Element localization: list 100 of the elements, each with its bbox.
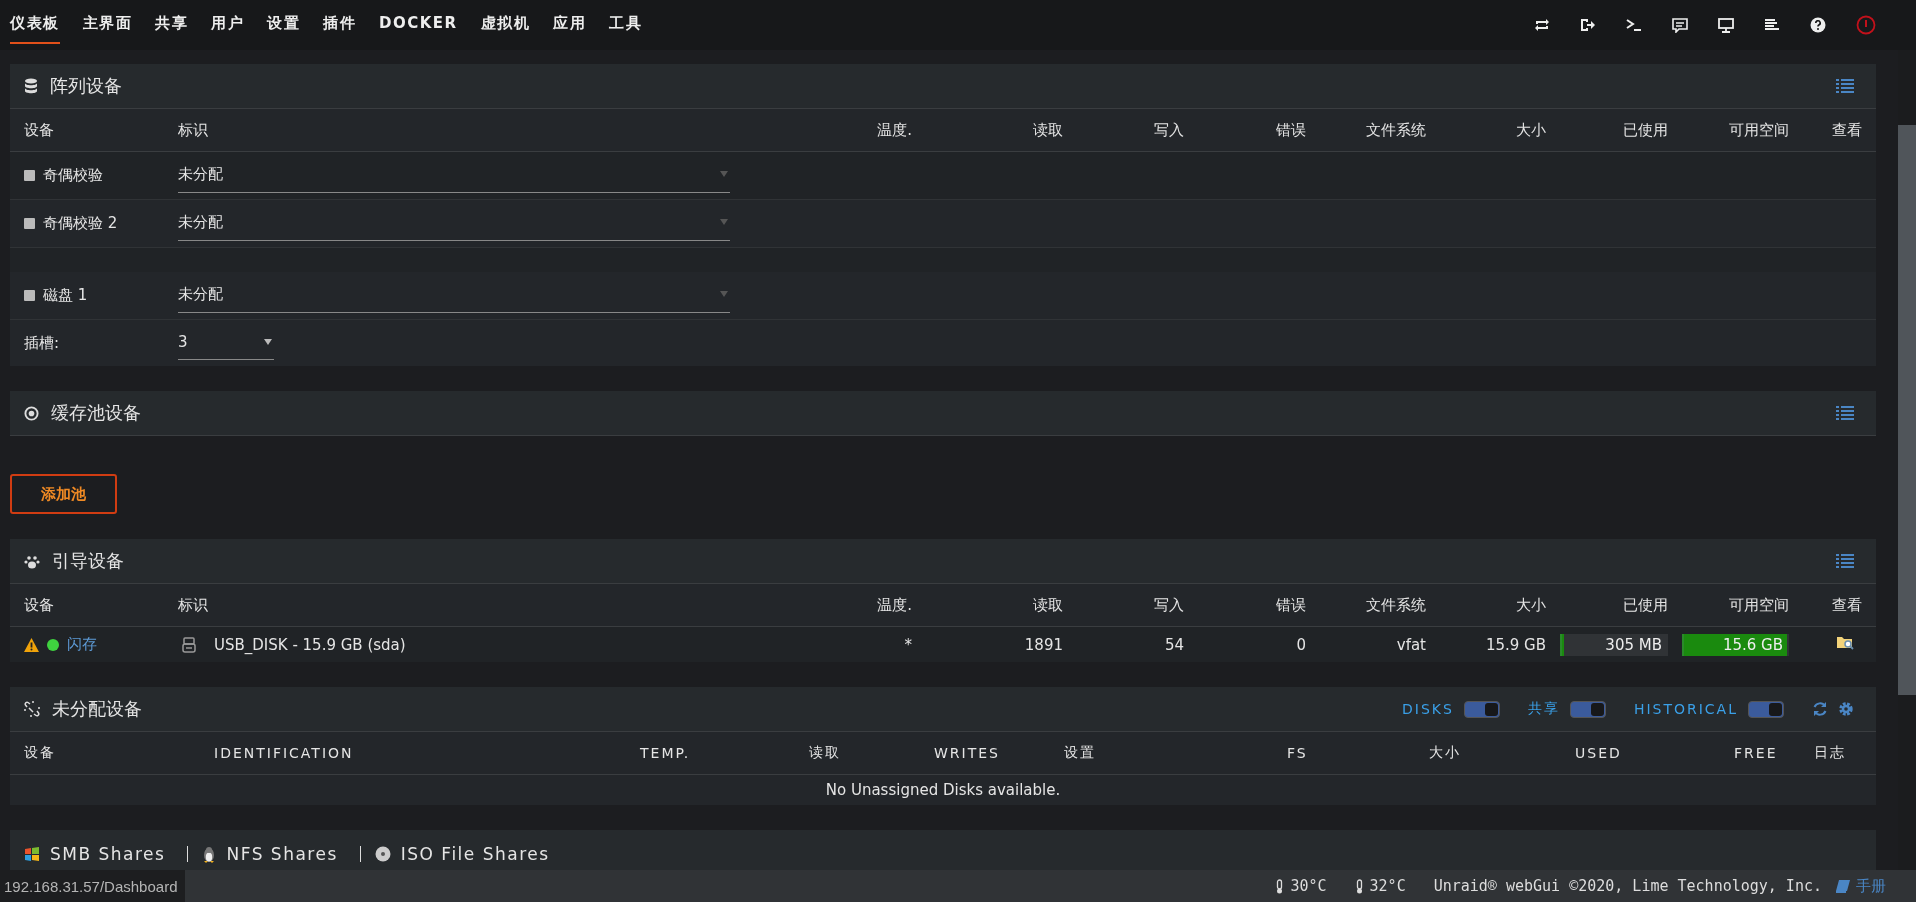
nav-tab[interactable]: 虚拟机 [480,6,531,44]
caret-icon [264,338,272,345]
column-header: 查看 [1831,120,1862,140]
paw-icon [24,553,40,569]
column-header: 已使用 [1622,595,1668,615]
slots-dropdown[interactable]: 3 [178,326,274,360]
column-header: USED [1575,745,1623,761]
nav-tab[interactable]: DOCKER [379,6,458,44]
column-header: 错误 [1275,595,1306,615]
column-header: 大小 [1515,595,1546,615]
column-header: 写入 [1153,120,1184,140]
share-link[interactable]: NFS Shares [226,844,338,864]
database-icon [24,78,38,94]
nav-tab[interactable]: 用户 [211,6,244,44]
column-header: 标识 [178,595,209,615]
column-header: 温度. [876,120,912,140]
status-square-icon [24,290,35,301]
column-header: 可用空间 [1728,120,1789,140]
caret-icon [720,218,728,225]
usb-drive-icon [182,636,196,653]
log-icon[interactable] [1764,18,1780,32]
panel-title: 引导设备 [52,549,124,573]
list-icon[interactable] [1836,554,1854,568]
column-header: 设备 [24,595,55,615]
reads-cell-text: 1891 [1023,635,1063,654]
column-header: 查看 [1831,595,1862,615]
toggle-switch[interactable] [1748,700,1784,718]
swap-icon[interactable] [1534,18,1550,32]
scrollbar-thumb[interactable] [1898,125,1916,695]
thermometer-icon [1275,878,1285,894]
free-bar: 15.6 GB [1682,633,1789,656]
size-cell-text: 15.9 GB [1484,635,1546,654]
share-link[interactable]: SMB Shares [50,844,166,864]
column-header: 文件系统 [1365,120,1426,140]
column-header: 设备 [24,744,57,762]
folder-search-icon[interactable] [1836,635,1854,650]
message-icon[interactable] [1672,17,1688,33]
column-header: FS [1287,745,1309,761]
terminal-icon[interactable] [1626,18,1642,32]
caret-icon [720,290,728,297]
settings-icon[interactable] [1838,701,1854,717]
copyright-text: Unraid® webGui ©2020, Lime Technology, Inc. [1433,877,1822,895]
column-header: 已使用 [1622,120,1668,140]
add-pool-button[interactable]: 添加池 [10,474,117,514]
toggle-switch[interactable] [1569,700,1606,718]
power-icon[interactable] [1856,15,1876,35]
toggle-switch[interactable] [1463,700,1500,718]
temperature-reading: 30°C [1290,877,1327,895]
column-header: 大小 [1515,120,1546,140]
windows-flag-icon [24,846,40,862]
nav-tab[interactable]: 插件 [323,6,356,44]
device-dropdown[interactable]: 未分配 [178,158,730,193]
temperature-reading: 32°C [1369,877,1406,895]
nav-tab[interactable]: 仪表板 [10,6,60,44]
device-dropdown[interactable]: 未分配 [178,278,730,313]
device-identification: USB_DISK - 15.9 GB (sda) [214,635,406,654]
nav-tab[interactable]: 工具 [609,6,643,44]
logout-icon[interactable] [1580,18,1596,32]
refresh-icon[interactable] [1812,701,1828,717]
toggle-label: HISTORICAL [1633,701,1738,717]
status-square-icon [24,170,35,181]
column-header: WRITES [934,745,1001,761]
monitor-icon[interactable] [1718,17,1734,33]
nav-tab[interactable]: 设置 [267,6,300,44]
column-header: 日志 [1814,744,1847,762]
used-bar: 305 MB [1560,633,1668,656]
warning-icon [24,637,39,652]
column-header: TEMP. [640,745,692,761]
device-name: 奇偶校验 [43,166,103,185]
temperature-cell-text: * [903,635,912,654]
toggle-label: 共享 [1527,700,1560,718]
status-square-icon [24,218,35,229]
column-header: 读取 [1032,595,1063,615]
column-header: 文件系统 [1365,595,1426,615]
column-header: 读取 [1032,120,1063,140]
column-header: 可用空间 [1728,595,1789,615]
status-dot-icon [47,638,59,651]
help-icon[interactable] [1810,17,1826,33]
column-header: 温度. [876,595,912,615]
panel-title: 未分配设备 [52,697,142,721]
empty-message: No Unassigned Disks available. [825,781,1061,799]
nav-tab[interactable]: 应用 [553,6,587,44]
caret-icon [720,170,728,177]
nav-tab[interactable]: 主界面 [82,6,132,44]
device-dropdown[interactable]: 未分配 [178,206,730,241]
column-header: 大小 [1429,744,1462,762]
url-tooltip: 192.168.31.57/Dashboard [0,870,186,902]
column-header: 错误 [1275,120,1306,140]
slots-label: 插槽: [24,333,61,353]
disc-icon [374,846,391,862]
device-name: 奇偶校验 2 [43,214,118,233]
target-icon [24,405,39,421]
device-link[interactable]: 闪存 [67,635,97,654]
nav-tab[interactable]: 共享 [155,6,188,44]
writes-cell-text: 54 [1163,635,1184,654]
book-icon [1836,879,1850,893]
share-link[interactable]: ISO File Shares [400,844,550,864]
toggle-label: DISKS [1402,701,1454,717]
list-icon[interactable] [1836,79,1854,93]
list-icon[interactable] [1836,406,1854,420]
